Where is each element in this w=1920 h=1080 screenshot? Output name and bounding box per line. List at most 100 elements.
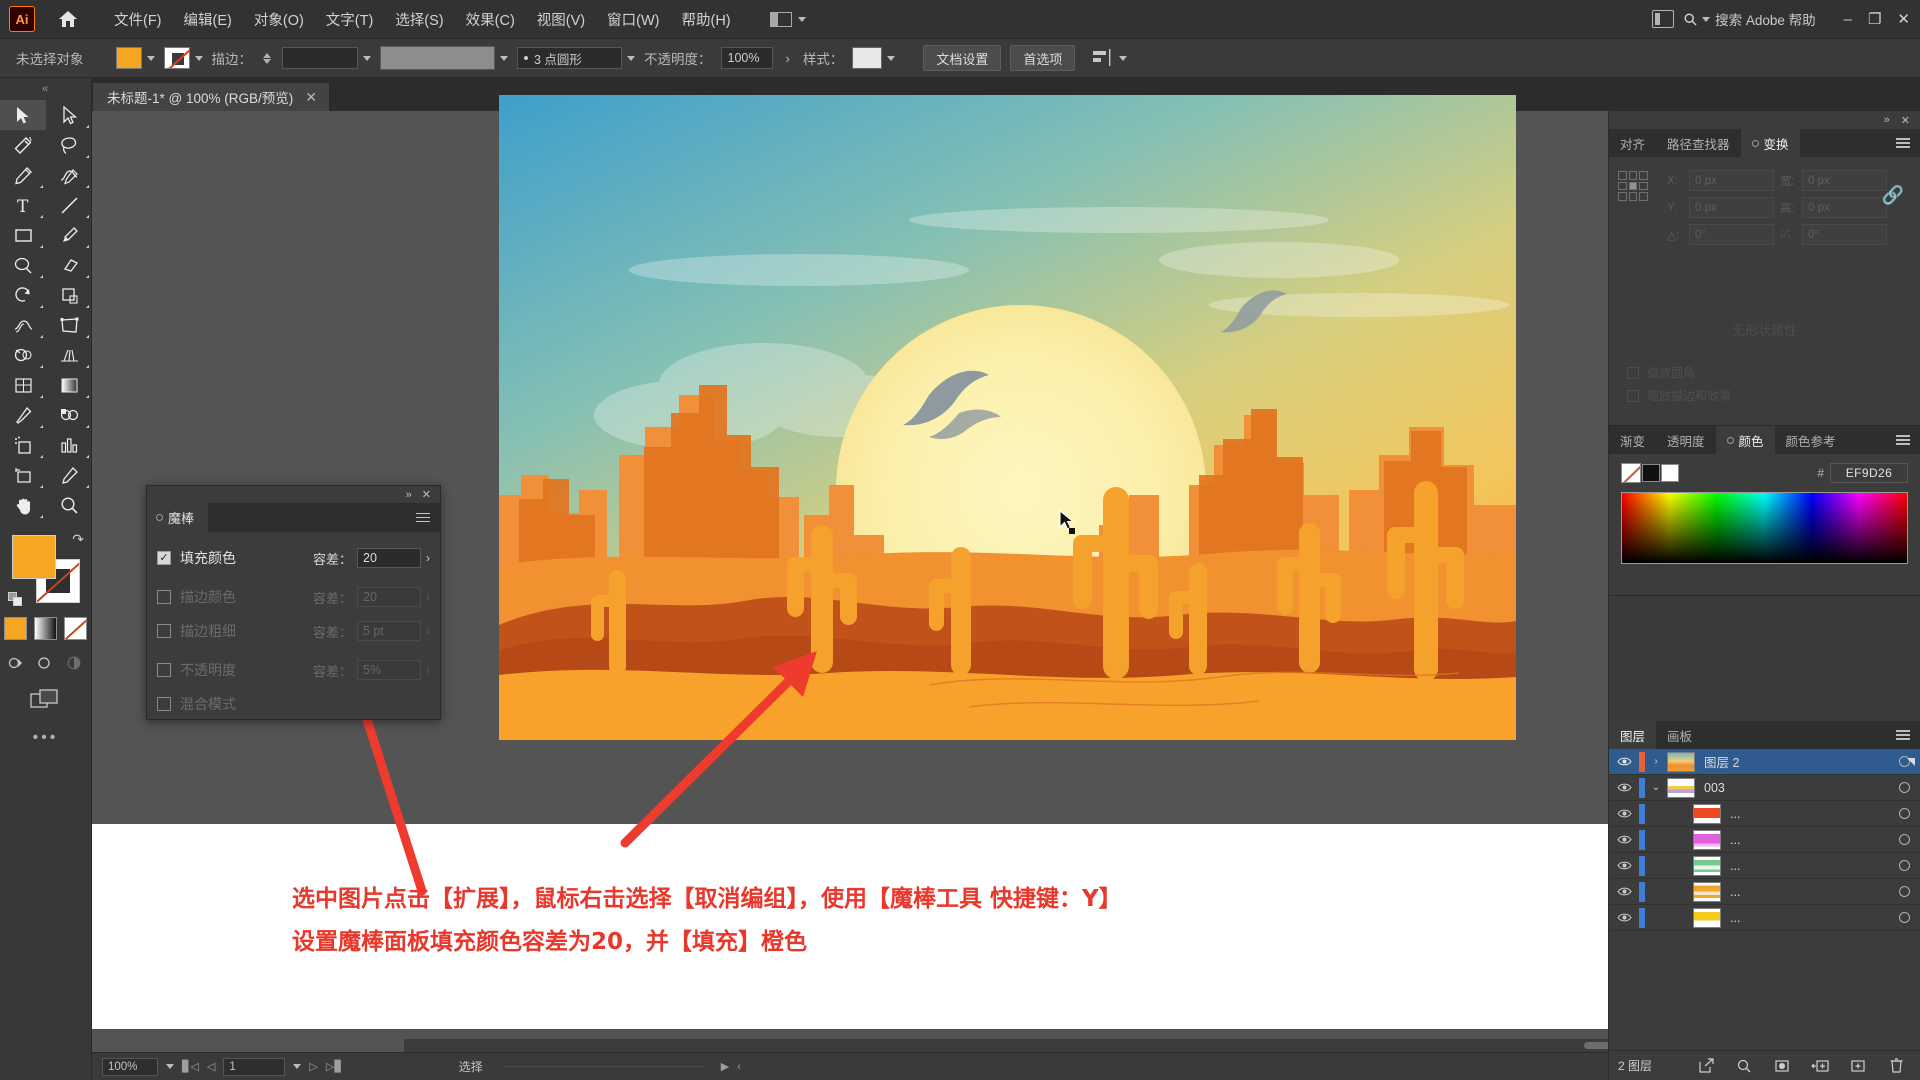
menu-item-object[interactable]: 对象(O) [243,5,315,34]
height-input[interactable]: 0 px [1802,197,1887,218]
color-mode-button[interactable] [4,617,27,640]
reference-point-grid[interactable] [1618,171,1648,201]
symbol-sprayer-tool[interactable] [0,430,46,460]
opacity-checkbox[interactable] [157,663,171,677]
artboard-tool[interactable] [0,460,46,490]
draw-normal-icon[interactable] [7,654,26,671]
close-button[interactable]: ✕ [1897,10,1910,28]
default-fill-stroke-icon[interactable] [8,592,23,607]
last-page-icon[interactable]: ▷▊ [326,1060,343,1073]
opacity-input[interactable]: 100% [720,47,773,69]
hand-tool[interactable] [0,490,46,520]
menu-item-help[interactable]: 帮助(H) [670,5,741,34]
layer-row-0[interactable]: › 图层 2 [1609,749,1920,775]
target-indicator-icon[interactable] [1888,834,1920,845]
stroke-none-swatch[interactable] [163,47,190,69]
workspace-switcher[interactable] [764,9,812,30]
target-indicator-icon[interactable] [1888,886,1920,897]
menu-item-type[interactable]: 文字(T) [315,5,385,34]
next-page-icon[interactable]: ▷ [309,1060,317,1073]
delete-layer-icon[interactable] [1877,1058,1915,1073]
first-page-icon[interactable]: ▊◁ [182,1060,199,1073]
make-mask-icon[interactable] [1763,1059,1801,1073]
zoom-tool[interactable] [46,490,92,520]
shear-input[interactable]: 0° [1802,224,1887,245]
stroke-profile-dropdown[interactable] [380,46,508,70]
width-tool[interactable] [0,310,46,340]
opacity-tolerance-input[interactable]: 5% [357,660,421,680]
close-icon[interactable]: ✕ [305,89,317,106]
visibility-toggle-icon[interactable] [1609,860,1639,871]
fill-tolerance-input[interactable]: 20 [357,548,421,568]
constrain-proportions-icon[interactable]: 🔗 [1882,185,1904,206]
prev-page-icon[interactable]: ◁ [207,1060,215,1073]
fill-swatch[interactable] [115,47,142,69]
new-sublayer-icon[interactable] [1801,1059,1839,1073]
shape-builder-tool[interactable] [0,340,46,370]
tab-color[interactable]: 颜色 [1715,426,1775,454]
close-icon[interactable]: ✕ [1901,114,1910,127]
visibility-toggle-icon[interactable] [1609,782,1639,793]
opacity-tolerance-expand-icon[interactable]: › [426,663,430,677]
zoom-level-input[interactable]: 100% [102,1057,158,1076]
rotate-input[interactable]: 0° [1689,224,1774,245]
page-number-input[interactable]: 1 [223,1057,286,1076]
type-tool[interactable]: T [0,190,46,220]
stroke-weight-stepper[interactable] [263,52,271,64]
layer-row-3[interactable]: ... [1609,827,1920,853]
visibility-toggle-icon[interactable] [1609,912,1639,923]
y-input[interactable]: 0 px [1689,197,1774,218]
status-collapse-icon[interactable]: ‹ [737,1061,741,1073]
tab-transparency[interactable]: 透明度 [1656,426,1716,454]
color-spectrum[interactable] [1621,492,1908,564]
brush-definition-dropdown[interactable]: 3 点圆形 [517,47,635,69]
menu-item-window[interactable]: 窗口(W) [596,5,670,34]
search-adobe-help[interactable]: 搜索 Adobe 帮助 [1684,9,1816,29]
layer-row-2[interactable]: ... [1609,801,1920,827]
line-segment-tool[interactable] [46,190,92,220]
search-icon[interactable] [1725,1059,1763,1073]
rotate-tool[interactable] [0,280,46,310]
layer-row-1[interactable]: ⌄ 003 [1609,775,1920,801]
panel-menu-icon[interactable] [1896,435,1920,445]
menu-item-select[interactable]: 选择(S) [384,5,454,34]
fill-color-checkbox[interactable]: ✓ [157,551,171,565]
home-icon[interactable] [51,0,85,38]
document-tab[interactable]: 未标题-1* @ 100% (RGB/预览) ✕ [92,82,330,111]
width-input[interactable]: 0 px [1802,170,1887,191]
perspective-grid-tool[interactable] [46,340,92,370]
draw-inside-icon[interactable] [65,654,84,671]
gradient-tool[interactable] [46,370,92,400]
weight-tolerance-expand-icon[interactable]: › [426,624,430,638]
draw-behind-icon[interactable] [36,654,55,671]
stroke-profile-value[interactable] [380,46,495,70]
fill-color-control[interactable] [115,47,155,69]
weight-tolerance-input[interactable]: 5 pt [357,621,421,641]
zoom-dropdown-icon[interactable] [166,1064,174,1069]
stroke-tolerance-input[interactable]: 20 [357,587,421,607]
pen-tool[interactable] [0,160,46,190]
visibility-toggle-icon[interactable] [1609,808,1639,819]
target-indicator-icon[interactable] [1888,860,1920,871]
panel-menu-icon[interactable] [1896,730,1920,740]
menu-item-effect[interactable]: 效果(C) [455,5,526,34]
visibility-toggle-icon[interactable] [1609,834,1639,845]
layer-row-5[interactable]: ... [1609,879,1920,905]
brush-value[interactable]: 3 点圆形 [517,47,622,69]
visibility-toggle-icon[interactable] [1609,756,1639,767]
black-swatch[interactable] [1642,464,1660,482]
maximize-button[interactable]: ❐ [1868,10,1881,28]
layer-row-6[interactable]: ... [1609,905,1920,931]
panel-menu-icon[interactable] [1896,138,1920,148]
tab-artboards[interactable]: 画板 [1656,721,1703,749]
target-indicator-icon[interactable] [1888,756,1920,767]
panel-menu-icon[interactable] [416,512,440,523]
close-icon[interactable]: ✕ [422,488,431,501]
lasso-tool[interactable] [46,130,92,160]
new-layer-icon[interactable] [1839,1059,1877,1073]
stroke-color-control[interactable] [163,47,203,69]
magic-wand-tool[interactable] [0,130,46,160]
slice-tool[interactable] [46,460,92,490]
stroke-weight-value[interactable] [282,47,358,69]
tab-layers[interactable]: 图层 [1609,721,1657,749]
